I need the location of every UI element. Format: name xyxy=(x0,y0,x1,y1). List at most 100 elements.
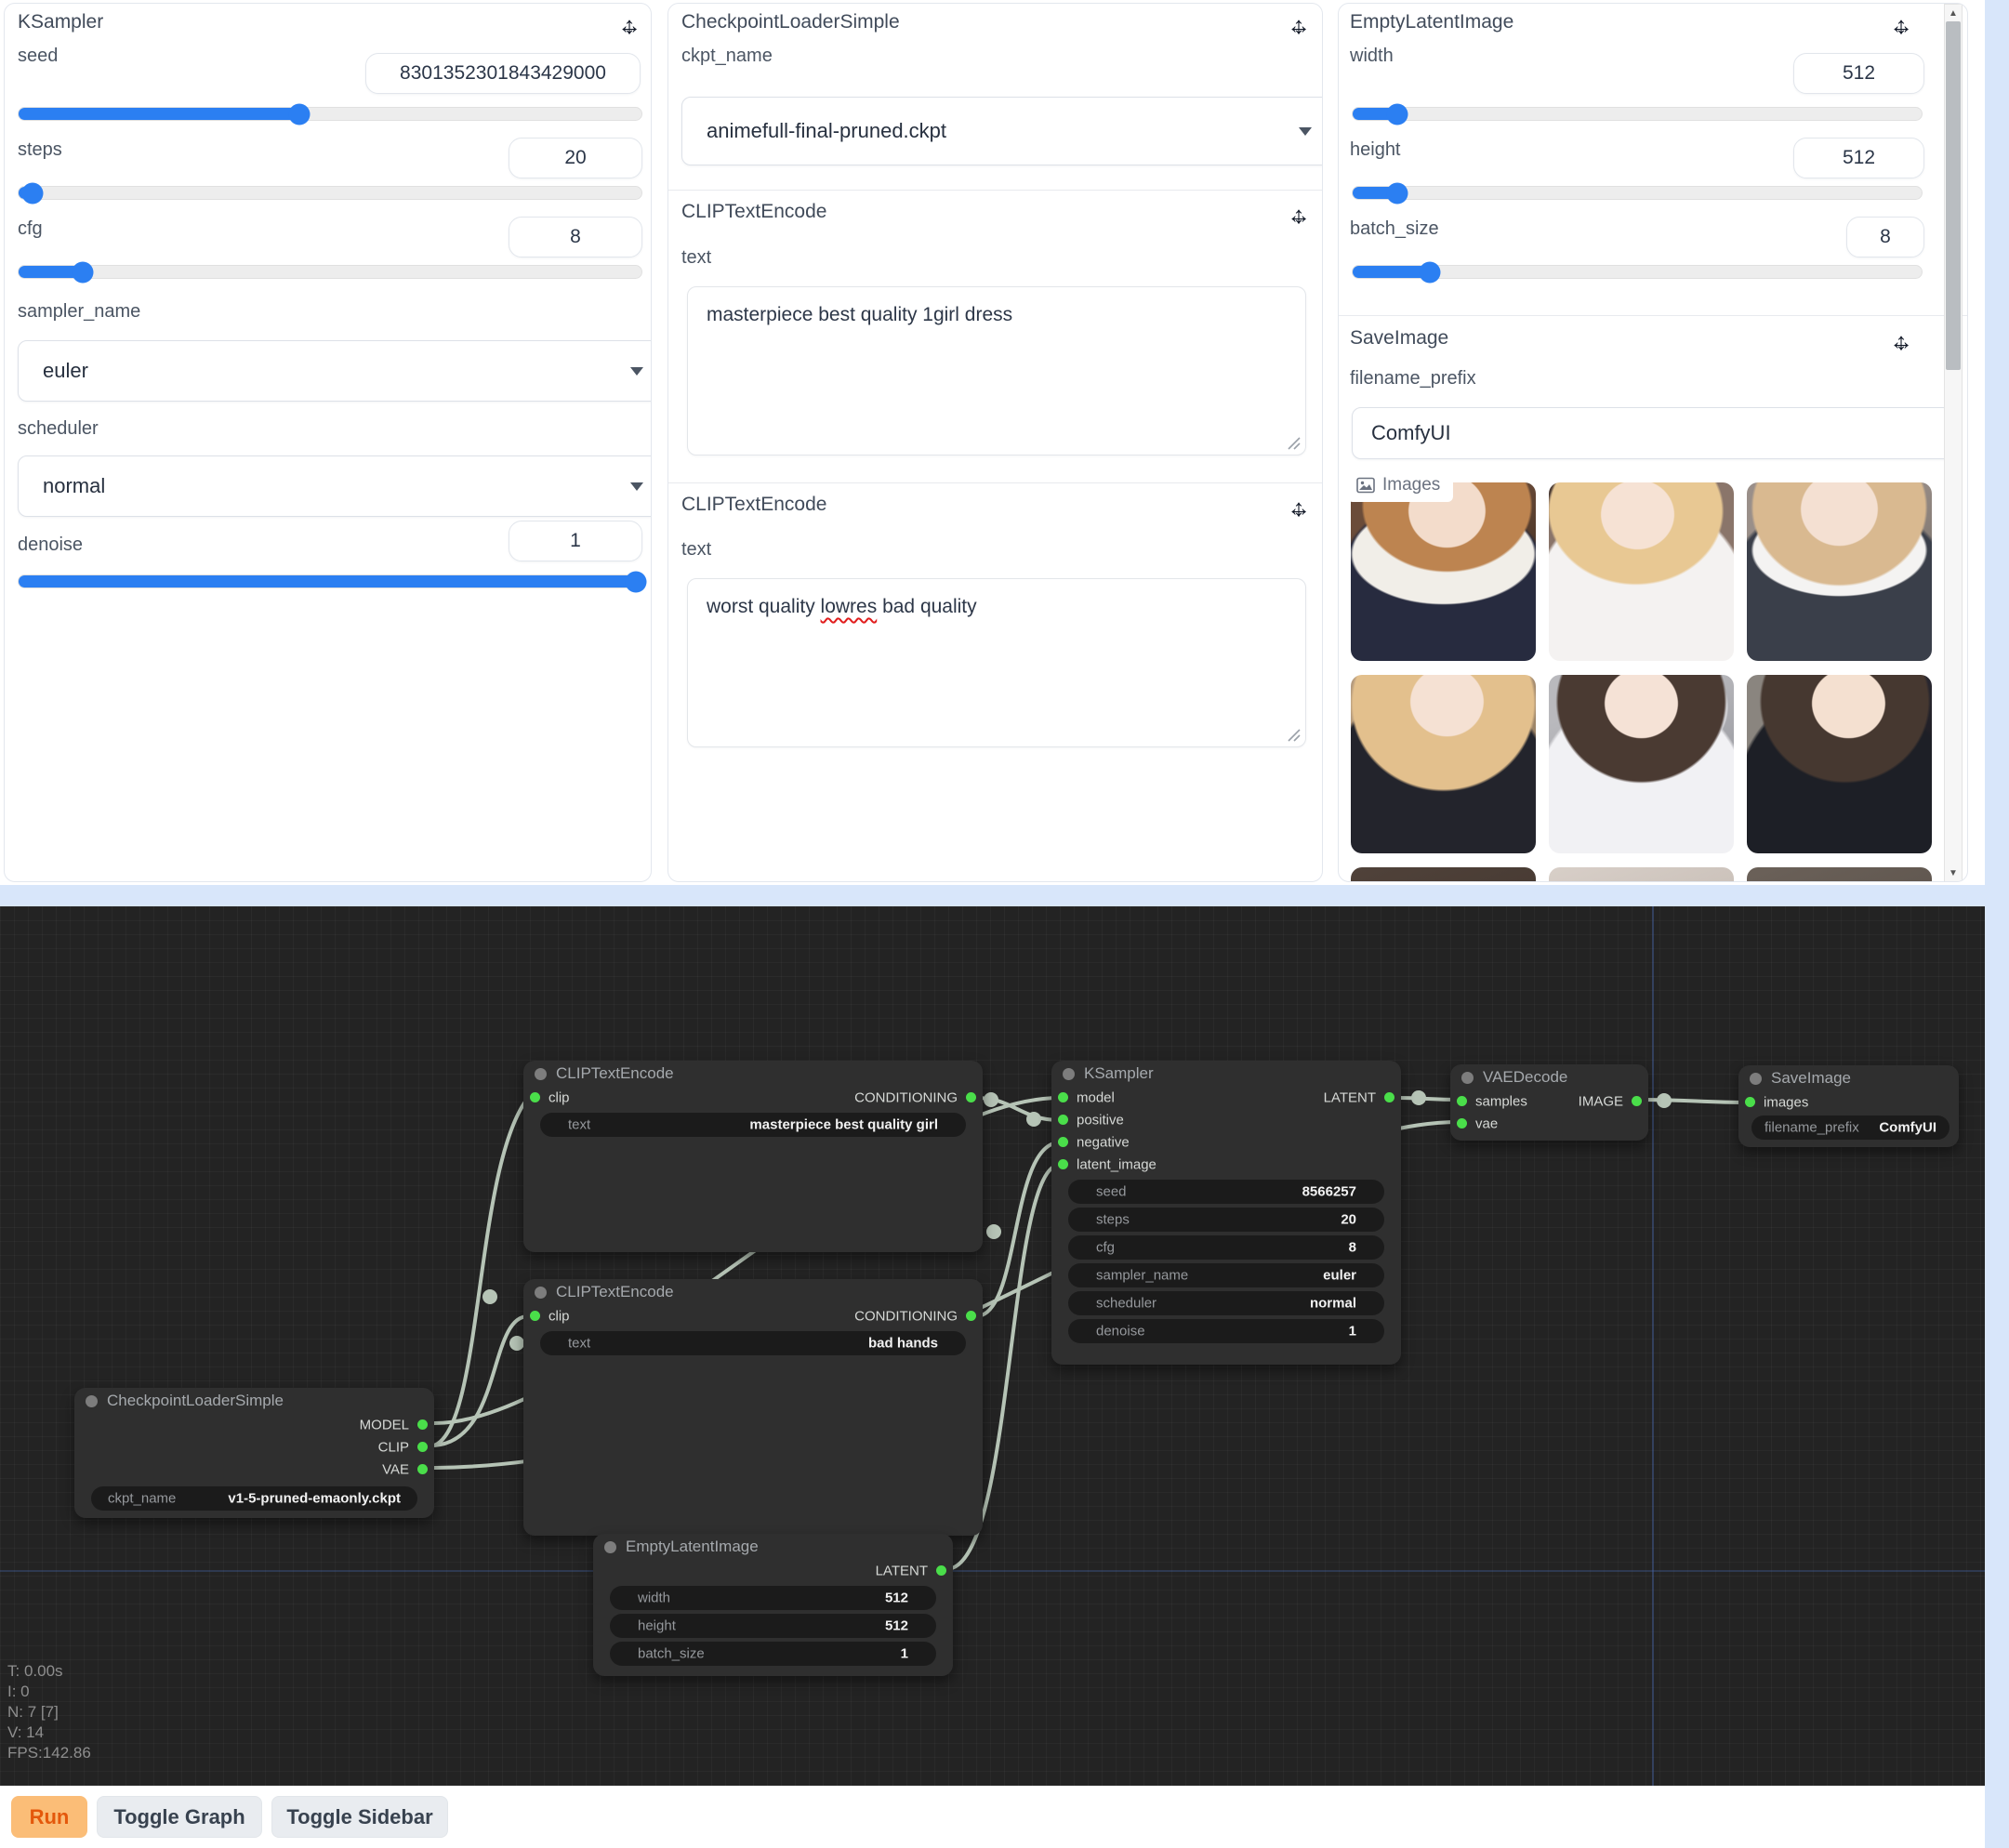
scrollbar-thumb[interactable] xyxy=(1946,21,1961,370)
input-port-icon[interactable] xyxy=(1457,1118,1467,1129)
move-icon[interactable]: ↔↕ xyxy=(1285,11,1313,39)
panel-scrollbar[interactable]: ▲ ▼ xyxy=(1944,4,1963,882)
sampler-name-select[interactable]: euler xyxy=(18,340,652,402)
move-icon[interactable]: ↔↕ xyxy=(1285,201,1313,229)
generated-image-thumbnail[interactable] xyxy=(1351,867,1536,882)
output-port-icon[interactable] xyxy=(417,1419,428,1430)
move-icon[interactable]: ↔↕ xyxy=(615,11,643,39)
input-port-icon[interactable] xyxy=(1058,1159,1068,1169)
input-port-icon[interactable] xyxy=(1058,1137,1068,1147)
seed-input[interactable]: 8301352301843429000 xyxy=(365,53,641,94)
output-port-icon[interactable] xyxy=(417,1464,428,1474)
steps-input[interactable]: 20 xyxy=(509,138,642,178)
input-port-icon[interactable] xyxy=(1745,1097,1755,1107)
output-port-icon[interactable] xyxy=(936,1565,946,1576)
node-title[interactable]: EmptyLatentImage xyxy=(593,1534,953,1560)
node-graph-canvas[interactable]: CLIPTextEncode clip CONDITIONING text ma… xyxy=(0,906,1985,1786)
graph-node-ksampler[interactable]: KSampler model LATENT positive negative … xyxy=(1051,1061,1401,1365)
node-widget-text[interactable]: text bad hands xyxy=(540,1331,966,1355)
generated-image-thumbnail[interactable] xyxy=(1549,482,1734,661)
generated-image-thumbnail[interactable] xyxy=(1747,482,1932,661)
node-widget-seed[interactable]: seed8566257 xyxy=(1068,1180,1384,1204)
node-port-row: CLIP xyxy=(74,1436,434,1459)
steps-slider[interactable] xyxy=(18,186,642,200)
node-title[interactable]: CLIPTextEncode xyxy=(523,1061,983,1087)
height-input[interactable]: 512 xyxy=(1793,138,1924,178)
generated-image-thumbnail[interactable] xyxy=(1351,482,1536,661)
input-port-icon[interactable] xyxy=(1058,1092,1068,1102)
resize-handle-icon[interactable] xyxy=(1287,436,1301,450)
node-title[interactable]: CLIPTextEncode xyxy=(523,1279,983,1305)
graph-node-checkpoint-loader[interactable]: CheckpointLoaderSimple MODEL CLIP VAE ck… xyxy=(74,1388,434,1518)
output-port-icon[interactable] xyxy=(1632,1096,1642,1106)
collapse-dot-icon[interactable] xyxy=(1461,1072,1474,1084)
generated-image-thumbnail[interactable] xyxy=(1747,675,1932,853)
widget-label: seed xyxy=(1096,1184,1127,1200)
positive-text-label: text xyxy=(681,247,711,269)
node-widget-text[interactable]: text masterpiece best quality girl xyxy=(540,1113,966,1137)
widget-label: scheduler xyxy=(1096,1296,1156,1312)
node-widget-denoise[interactable]: denoise1 xyxy=(1068,1319,1384,1343)
graph-node-empty-latent[interactable]: EmptyLatentImage LATENT width512 height5… xyxy=(593,1534,953,1676)
input-port-icon[interactable] xyxy=(530,1311,540,1321)
collapse-dot-icon[interactable] xyxy=(535,1287,547,1299)
node-title[interactable]: VAEDecode xyxy=(1450,1064,1648,1090)
input-port-icon[interactable] xyxy=(1457,1096,1467,1106)
move-icon[interactable]: ↔↕ xyxy=(1887,327,1915,355)
negative-prompt-textarea[interactable]: worst quality lowres bad quality xyxy=(687,578,1306,747)
width-input[interactable]: 512 xyxy=(1793,53,1924,94)
move-icon[interactable]: ↔↕ xyxy=(1887,11,1915,39)
node-title[interactable]: CheckpointLoaderSimple xyxy=(74,1388,434,1414)
filename-prefix-input[interactable]: ComfyUI xyxy=(1352,407,1952,459)
generated-image-thumbnail[interactable] xyxy=(1549,675,1734,853)
batch-size-input[interactable]: 8 xyxy=(1846,217,1924,257)
input-port-icon[interactable] xyxy=(1058,1115,1068,1125)
resize-handle-icon[interactable] xyxy=(1287,728,1301,742)
output-port-icon[interactable] xyxy=(966,1092,976,1102)
node-widget-scheduler[interactable]: schedulernormal xyxy=(1068,1291,1384,1315)
output-port-icon[interactable] xyxy=(1384,1092,1394,1102)
width-slider[interactable] xyxy=(1352,107,1923,121)
cfg-input[interactable]: 8 xyxy=(509,217,642,257)
node-title[interactable]: SaveImage xyxy=(1738,1065,1959,1091)
collapse-dot-icon[interactable] xyxy=(86,1395,98,1407)
seed-slider[interactable] xyxy=(18,107,642,121)
scheduler-select[interactable]: normal xyxy=(18,455,652,517)
output-port-icon[interactable] xyxy=(966,1311,976,1321)
denoise-input[interactable]: 1 xyxy=(509,521,642,561)
generated-image-thumbnail[interactable] xyxy=(1747,867,1932,882)
graph-node-clip-text-encode-negative[interactable]: CLIPTextEncode clip CONDITIONING text ba… xyxy=(523,1279,983,1536)
run-button[interactable]: Run xyxy=(11,1796,87,1838)
graph-node-save-image[interactable]: SaveImage images filename_prefix ComfyUI xyxy=(1738,1065,1959,1147)
scroll-down-icon[interactable]: ▼ xyxy=(1945,868,1962,878)
ckpt-name-select[interactable]: animefull-final-pruned.ckpt xyxy=(681,97,1323,165)
toggle-graph-button[interactable]: Toggle Graph xyxy=(97,1796,262,1838)
positive-prompt-textarea[interactable]: masterpiece best quality 1girl dress xyxy=(687,286,1306,455)
graph-node-clip-text-encode-positive[interactable]: CLIPTextEncode clip CONDITIONING text ma… xyxy=(523,1061,983,1252)
node-widget-cfg[interactable]: cfg8 xyxy=(1068,1235,1384,1260)
collapse-dot-icon[interactable] xyxy=(1750,1073,1762,1085)
node-widget-filename-prefix[interactable]: filename_prefix ComfyUI xyxy=(1751,1115,1950,1140)
input-port-icon[interactable] xyxy=(530,1092,540,1102)
graph-node-vae-decode[interactable]: VAEDecode samples IMAGE vae xyxy=(1450,1064,1648,1141)
move-icon[interactable]: ↔↕ xyxy=(1285,494,1313,521)
node-widget-batch-size[interactable]: batch_size1 xyxy=(610,1642,936,1666)
node-widget-width[interactable]: width512 xyxy=(610,1586,936,1610)
batch-size-slider[interactable] xyxy=(1352,265,1923,279)
collapse-dot-icon[interactable] xyxy=(535,1068,547,1080)
node-widget-sampler-name[interactable]: sampler_nameeuler xyxy=(1068,1263,1384,1287)
generated-image-thumbnail[interactable] xyxy=(1549,867,1734,882)
node-title[interactable]: KSampler xyxy=(1051,1061,1401,1087)
node-widget-height[interactable]: height512 xyxy=(610,1614,936,1638)
collapse-dot-icon[interactable] xyxy=(604,1541,616,1553)
toggle-sidebar-button[interactable]: Toggle Sidebar xyxy=(271,1796,448,1838)
collapse-dot-icon[interactable] xyxy=(1063,1068,1075,1080)
node-widget-ckpt-name[interactable]: ckpt_name v1-5-pruned-emaonly.ckpt xyxy=(91,1486,417,1511)
node-widget-steps[interactable]: steps20 xyxy=(1068,1208,1384,1232)
scroll-up-icon[interactable]: ▲ xyxy=(1945,8,1962,19)
height-slider[interactable] xyxy=(1352,186,1923,200)
generated-image-thumbnail[interactable] xyxy=(1351,675,1536,853)
cfg-slider[interactable] xyxy=(18,265,642,279)
output-port-icon[interactable] xyxy=(417,1442,428,1452)
denoise-slider[interactable] xyxy=(18,574,642,588)
